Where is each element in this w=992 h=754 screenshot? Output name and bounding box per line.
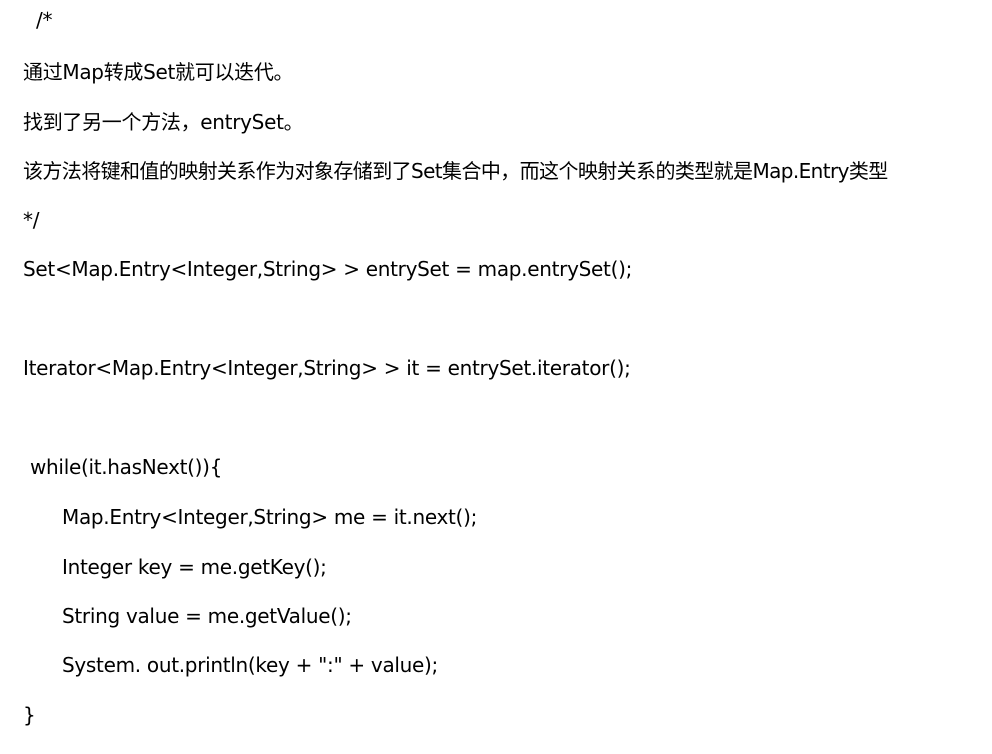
code-closing-brace: } [23,703,36,727]
code-get-key: Integer key = me.getKey(); [62,555,327,579]
comment-line-2: 找到了另一个方法，entrySet。 [23,110,304,134]
code-document: /* 通过Map转成Set就可以迭代。 找到了另一个方法，entrySet。 该… [0,0,992,754]
comment-line-3: 该方法将键和值的映射关系作为对象存储到了Set集合中，而这个映射关系的类型就是M… [23,159,888,183]
comment-close: */ [23,208,40,232]
code-entryset-decl: Set<Map.Entry<Integer,String> > entrySet… [23,257,633,281]
code-while-loop: while(it.hasNext()){ [30,455,223,479]
comment-open: /* [30,8,53,32]
code-print: System. out.println(key + ":" + value); [62,653,438,677]
code-get-value: String value = me.getValue(); [62,604,352,628]
comment-line-1: 通过Map转成Set就可以迭代。 [23,60,294,84]
code-entry-next: Map.Entry<Integer,String> me = it.next()… [62,505,478,529]
code-iterator-decl: Iterator<Map.Entry<Integer,String> > it … [23,356,631,380]
